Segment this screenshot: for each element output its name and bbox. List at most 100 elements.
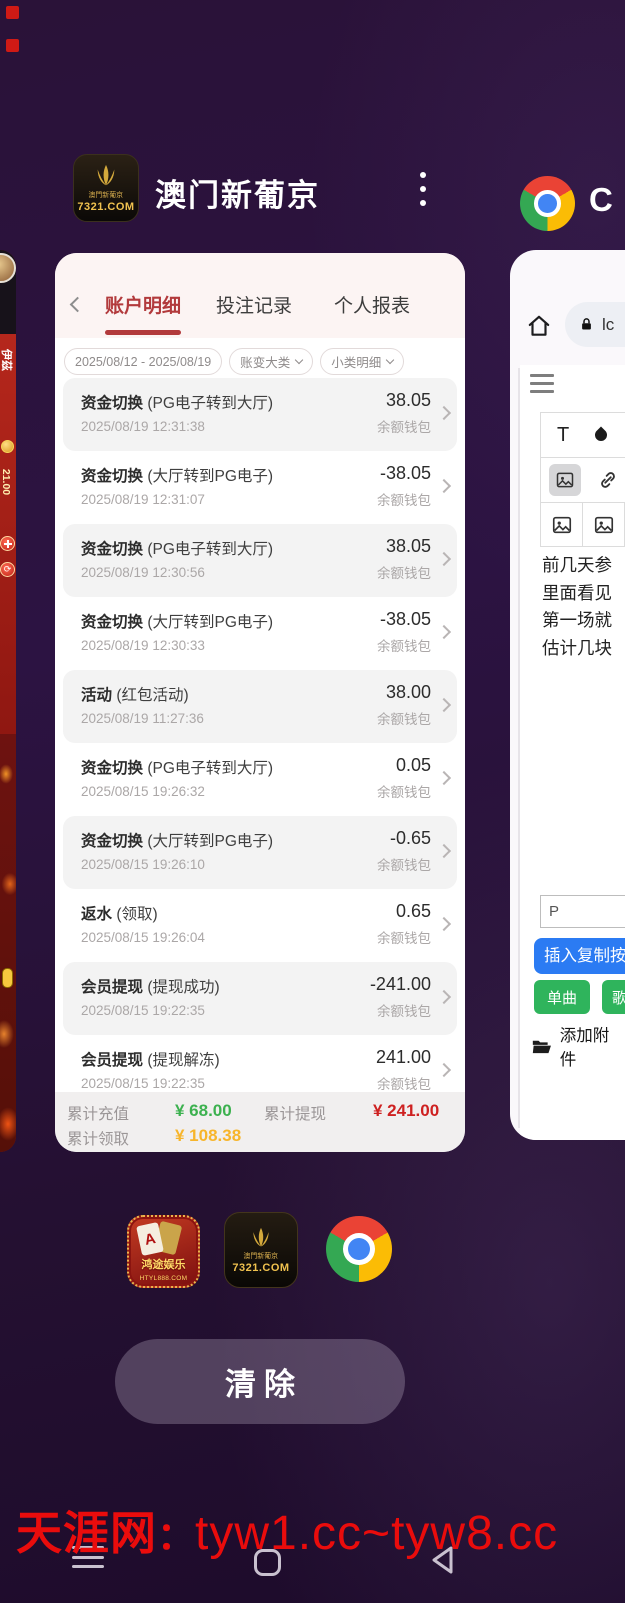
- image-icon: [593, 514, 615, 536]
- single-song-button[interactable]: 单曲: [534, 980, 590, 1014]
- row-wallet: 余额钱包: [377, 849, 431, 874]
- collect-label: 累计领取: [67, 1127, 129, 1149]
- row-amount: 0.65: [377, 889, 431, 922]
- add-attachment[interactable]: 添加附件: [532, 1022, 625, 1070]
- icon-brand-text: 澳門新葡京: [89, 189, 124, 199]
- app-icon-macau: 澳門新葡京 7321.COM: [73, 154, 139, 222]
- image-icon: [551, 514, 573, 536]
- left-app-card[interactable]: 伊茲 21.00 ⟳: [0, 250, 16, 1152]
- coin-icon: [1, 440, 14, 453]
- refresh-button[interactable]: ⟳: [0, 562, 15, 577]
- main-app-card[interactable]: 账户明细 投注记录 个人报表 2025/08/12 - 2025/08/19 账…: [55, 253, 465, 1152]
- gold-badge: [2, 968, 13, 988]
- app-title: 澳门新葡京: [155, 170, 320, 215]
- back-chevron-icon[interactable]: [70, 297, 86, 313]
- editor-toolbar: T: [540, 412, 625, 547]
- row-amount: 241.00: [376, 1035, 431, 1068]
- row-amount: 38.05: [377, 524, 431, 557]
- row-wallet: 余额钱包: [377, 922, 431, 947]
- status-red-icon: [6, 6, 19, 19]
- row-amount: 38.00: [377, 670, 431, 703]
- table-row[interactable]: 活动 (红包活动) 2025/08/19 11:27:36 38.00 余额钱包: [63, 670, 457, 743]
- row-amount: -38.05: [377, 451, 431, 484]
- chevron-down-icon: [295, 356, 303, 364]
- date-range-chip[interactable]: 2025/08/12 - 2025/08/19: [64, 348, 222, 375]
- transaction-list: 资金切换 (PG电子转到大厅) 2025/08/19 12:31:38 38.0…: [55, 378, 465, 1108]
- row-wallet: 余额钱包: [377, 557, 431, 582]
- row-amount: 0.05: [377, 743, 431, 776]
- dock-icon-chrome[interactable]: [326, 1216, 392, 1282]
- category-filter-chip[interactable]: 账变大类: [229, 348, 313, 375]
- folder-icon: [532, 1038, 552, 1055]
- row-wallet: 余额钱包: [377, 484, 431, 509]
- tab-account-detail[interactable]: 账户明细: [105, 291, 181, 318]
- recharge-label: 累计充值: [67, 1102, 129, 1124]
- recent-apps-screen: 伊茲 21.00 ⟳ 澳門新葡京 7321.COM 澳门新葡京 账户明细 投注记…: [0, 0, 625, 1603]
- table-row[interactable]: 会员提现 (提现成功) 2025/08/15 19:22:35 -241.00 …: [63, 962, 457, 1035]
- watermark-text: 天涯网：tyw1.cc~tyw8.cc: [16, 1497, 624, 1563]
- image-icon: [555, 470, 575, 490]
- table-row[interactable]: 资金切换 (PG电子转到大厅) 2025/08/15 19:26:32 0.05…: [63, 743, 457, 816]
- dock-app1-domain: HTYL888.COM: [129, 1275, 198, 1282]
- lotus-emblem-icon: [247, 1227, 275, 1249]
- link-icon[interactable]: [597, 469, 619, 491]
- image-cell-button[interactable]: [583, 503, 625, 546]
- row-wallet: 余额钱包: [376, 1068, 431, 1093]
- collect-value: ¥ 108.38: [175, 1126, 241, 1146]
- image-tool-selected[interactable]: [549, 464, 581, 496]
- row-wallet: 余额钱包: [377, 411, 431, 436]
- tab-personal-report[interactable]: 个人报表: [334, 291, 410, 318]
- row-amount: -0.65: [377, 816, 431, 849]
- dock-icon-htyl[interactable]: A 鸿途娱乐 HTYL888.COM: [127, 1215, 200, 1288]
- balance-value: 21.00: [0, 469, 12, 495]
- detail-filter-chip[interactable]: 小类明细: [320, 348, 404, 375]
- chrome-app-card[interactable]: lc T: [510, 250, 625, 1140]
- summary-footer: 累计充值 ¥ 68.00 累计提现 ¥ 241.00 累计领取 ¥ 108.38: [55, 1092, 465, 1152]
- player-name: 伊茲: [0, 349, 15, 371]
- row-amount: -38.05: [377, 597, 431, 630]
- dock-app2-domain: 7321.COM: [232, 1262, 289, 1274]
- home-icon[interactable]: [526, 313, 552, 339]
- text-tool-button[interactable]: T: [557, 424, 569, 447]
- active-tab-underline: [105, 330, 181, 335]
- page-menu-icon[interactable]: [530, 374, 554, 398]
- clear-all-button[interactable]: 清除: [115, 1339, 405, 1424]
- lock-icon: [579, 317, 594, 332]
- table-row[interactable]: 资金切换 (大厅转到PG电子) 2025/08/15 19:26:10 -0.6…: [63, 816, 457, 889]
- content-left-border: [518, 368, 520, 1128]
- table-row[interactable]: 资金切换 (PG电子转到大厅) 2025/08/19 12:30:56 38.0…: [63, 524, 457, 597]
- table-row[interactable]: 资金切换 (PG电子转到大厅) 2025/08/19 12:31:38 38.0…: [63, 378, 457, 451]
- playlist-button[interactable]: 歌单: [602, 980, 625, 1014]
- row-amount: 38.05: [377, 378, 431, 411]
- chrome-card-title: C: [589, 181, 613, 219]
- kebab-menu-icon[interactable]: [420, 172, 428, 214]
- status-red-icon: [6, 39, 19, 52]
- row-wallet: 余额钱包: [377, 776, 431, 801]
- chevron-down-icon: [386, 356, 394, 364]
- add-coin-button[interactable]: [0, 536, 15, 551]
- table-row[interactable]: 资金切换 (大厅转到PG电子) 2025/08/19 12:31:07 -38.…: [63, 451, 457, 524]
- dock-app2-brand: 澳門新葡京: [244, 1250, 279, 1260]
- table-row[interactable]: 资金切换 (大厅转到PG电子) 2025/08/19 12:30:33 -38.…: [63, 597, 457, 670]
- row-amount: -241.00: [370, 962, 431, 995]
- image-cell-button[interactable]: [541, 503, 583, 546]
- dock-icon-macau[interactable]: 澳門新葡京 7321.COM: [224, 1212, 298, 1288]
- paragraph-status: P: [540, 895, 625, 928]
- tab-band: 账户明细 投注记录 个人报表: [55, 253, 465, 338]
- row-wallet: 余额钱包: [377, 703, 431, 728]
- game-body: [0, 334, 16, 734]
- address-bar[interactable]: lc: [565, 302, 625, 347]
- withdraw-label: 累计提现: [264, 1102, 326, 1124]
- lotus-emblem-icon: [91, 164, 121, 188]
- post-text[interactable]: 前几天参 里面看见 第一场就 估计几块: [542, 552, 612, 662]
- row-wallet: 余额钱包: [377, 630, 431, 655]
- row-wallet: 余额钱包: [370, 995, 431, 1020]
- dock-app1-name: 鸿途娱乐: [129, 1256, 198, 1272]
- chrome-icon: [520, 176, 575, 231]
- tab-bet-records[interactable]: 投注记录: [216, 291, 292, 318]
- table-row[interactable]: 返水 (领取) 2025/08/15 19:26:04 0.65 余额钱包: [63, 889, 457, 962]
- insert-copy-button[interactable]: 插入复制按: [534, 938, 625, 974]
- game-fire-area: [0, 734, 16, 1152]
- color-drop-icon[interactable]: [593, 427, 610, 444]
- recharge-value: ¥ 68.00: [175, 1101, 232, 1121]
